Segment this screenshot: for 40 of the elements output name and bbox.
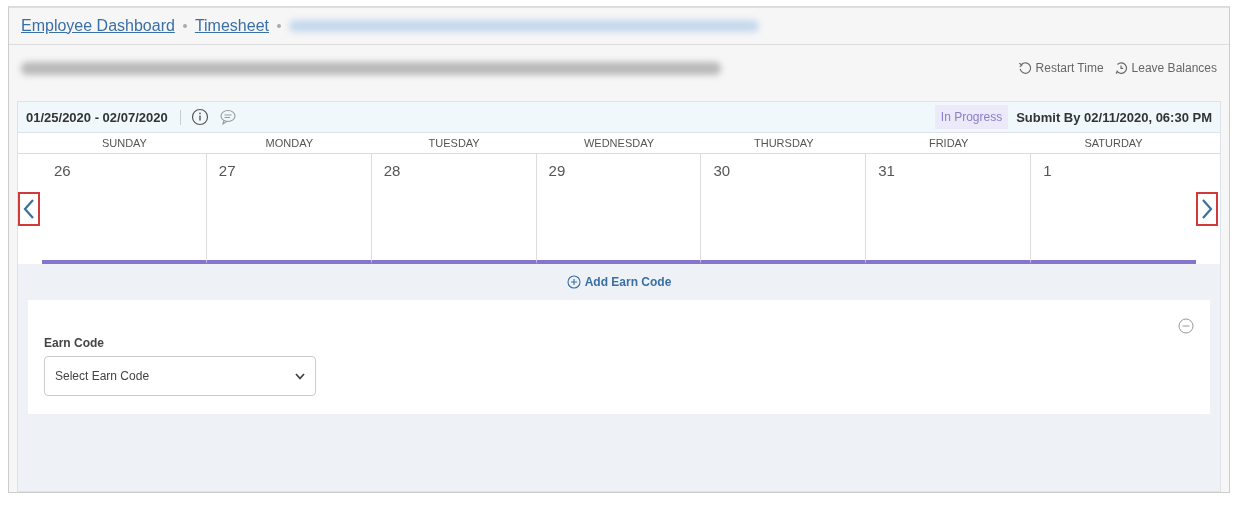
field-label: Earn Code <box>44 336 105 350</box>
day-name: SUNDAY <box>101 137 147 149</box>
day-date: 28 <box>383 162 401 179</box>
day-name: FRIDAY <box>928 137 969 149</box>
pay-period-range: 01/25/2020 - 02/07/2020 <box>26 109 181 125</box>
restart-icon <box>1017 61 1032 75</box>
day-name: TUESDAY <box>428 137 480 149</box>
comment-icon[interactable] <box>218 108 237 126</box>
chevron-right-icon <box>1201 198 1213 220</box>
previous-button[interactable] <box>18 192 40 226</box>
chevron-left-icon <box>23 198 35 220</box>
add-earn-code-button[interactable]: Add Earn Code <box>560 274 678 290</box>
day-name: THURSDAY <box>754 137 814 149</box>
breadcrumb-link[interactable]: Timesheet <box>194 17 269 35</box>
day-name: MONDAY <box>265 137 313 149</box>
earn-code-dropdown[interactable]: Select Earn Code <box>44 356 316 396</box>
info-icon[interactable] <box>190 108 209 126</box>
day-cell[interactable]: 30 <box>701 154 867 264</box>
header-link[interactable]: Leave Balances <box>1113 61 1217 75</box>
clock-icon <box>1113 61 1128 75</box>
chevron-down-icon <box>295 372 305 380</box>
day-cell[interactable]: 29 <box>536 154 702 264</box>
submit-deadline: Submit By 02/11/2020, 06:30 PM <box>1016 109 1212 125</box>
day-cell[interactable]: 31 <box>866 154 1032 264</box>
breadcrumb-link[interactable]: Employee Dashboard <box>21 17 175 35</box>
day-cell[interactable]: 28 <box>371 154 537 264</box>
day-cell[interactable]: 27 <box>206 154 372 264</box>
header-link[interactable]: Restart Time <box>1017 61 1104 75</box>
next-button[interactable] <box>1196 192 1218 226</box>
day-date: 27 <box>218 162 236 179</box>
day-name: SATURDAY <box>1084 137 1143 149</box>
day-name: WEDNESDAY <box>583 137 655 149</box>
day-cell[interactable]: 26 <box>42 154 207 264</box>
status-badge: In Progress <box>934 105 1009 129</box>
day-date: 31 <box>878 162 895 179</box>
day-date: 29 <box>548 162 566 179</box>
day-date: 1 <box>1043 162 1052 179</box>
plus-circle-icon <box>566 275 581 289</box>
day-date: 30 <box>713 162 731 179</box>
day-date: 26 <box>54 162 71 179</box>
